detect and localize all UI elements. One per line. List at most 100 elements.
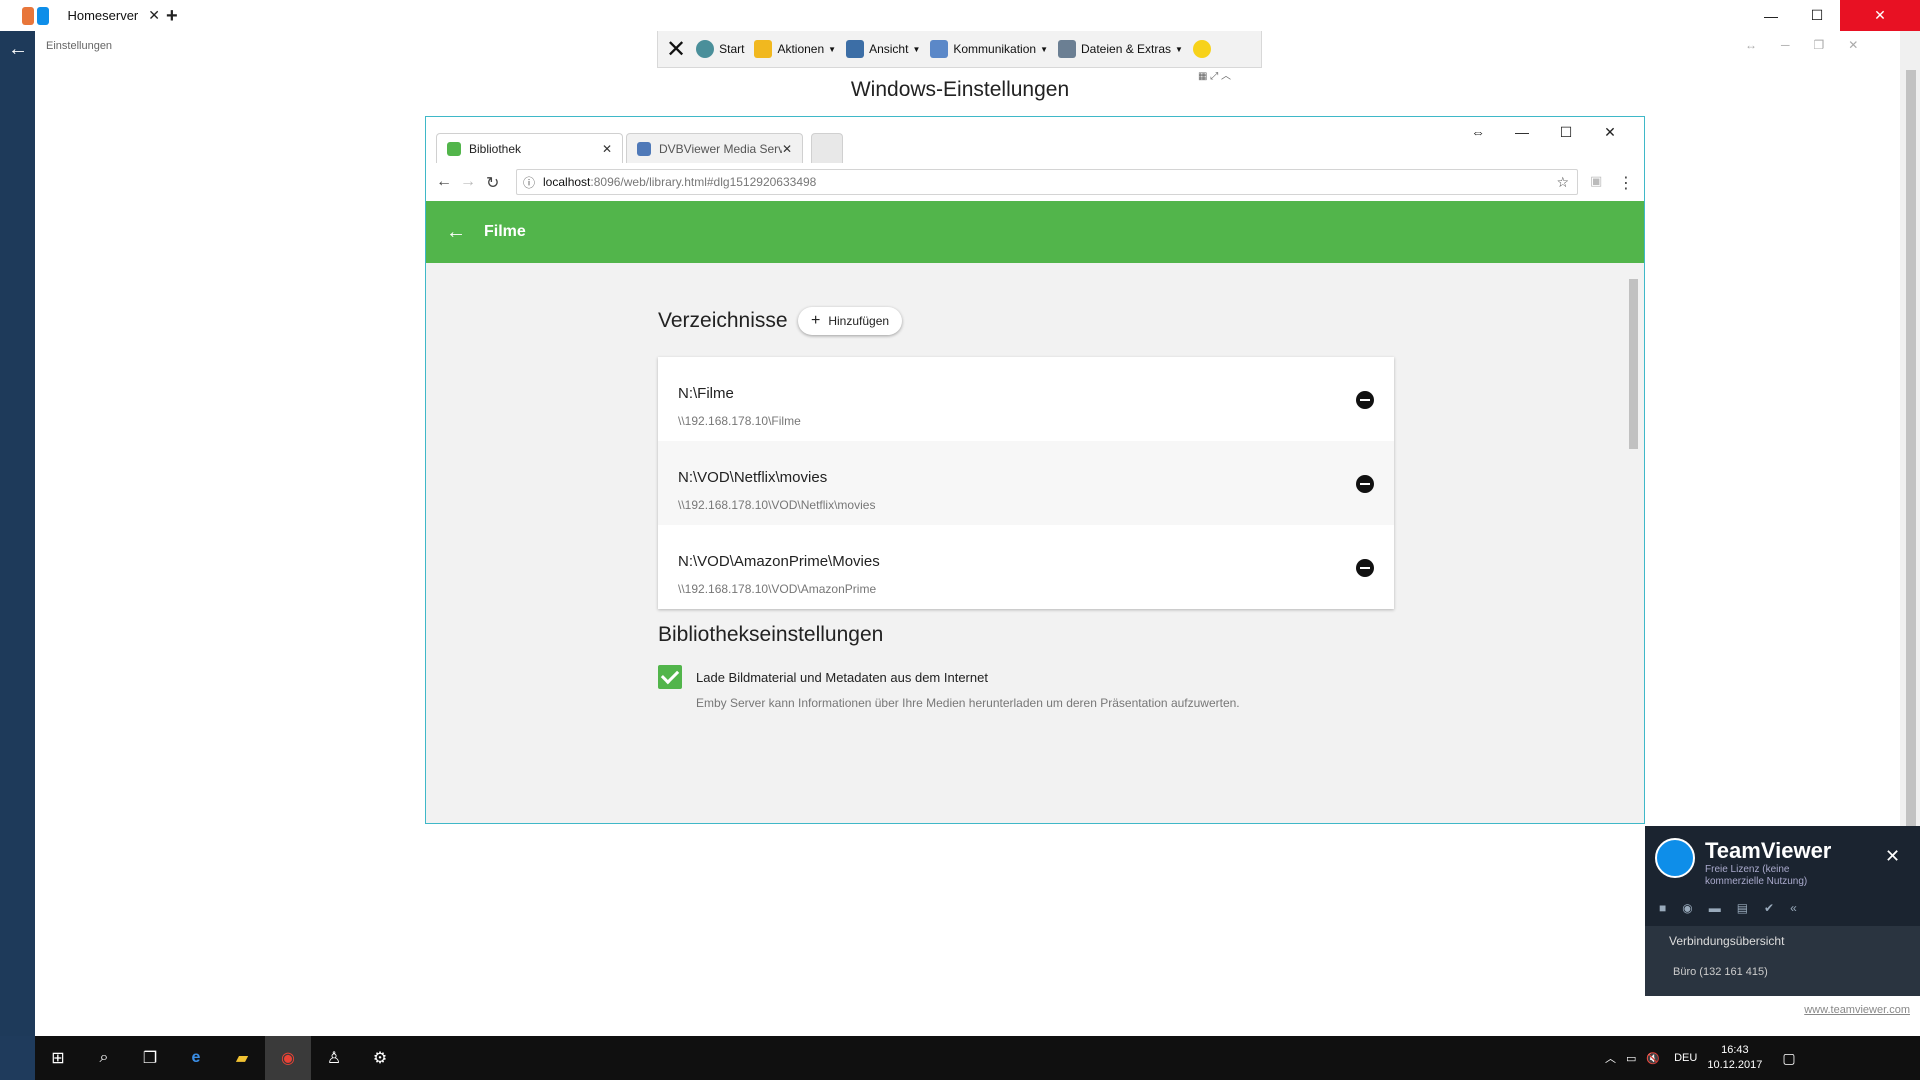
chrome-window-controls: ⇔ — ☐ ✕ (1456, 117, 1632, 147)
panel-action-icons[interactable]: ■◉▬▤✔« (1659, 901, 1813, 915)
minimize-button[interactable]: — (1500, 124, 1544, 140)
list-item[interactable]: N:\VOD\AmazonPrime\Movies \\192.168.178.… (658, 525, 1394, 609)
teamviewer-panel-header: TeamViewer Freie Lizenz (keine kommerzie… (1645, 826, 1920, 926)
maximize-button[interactable]: ☐ (1794, 0, 1840, 31)
connections-header[interactable]: Verbindungsübersicht (1645, 926, 1920, 956)
session-tab[interactable]: Homeserver ✕ (0, 0, 160, 31)
teamviewer-name: TeamViewer (1705, 838, 1832, 863)
list-item[interactable]: N:\VOD\Netflix\movies \\192.168.178.10\V… (658, 441, 1394, 525)
start-button[interactable]: Start (696, 40, 744, 58)
minimize-button[interactable]: — (1748, 0, 1794, 31)
phone-icon (930, 40, 949, 58)
app-button[interactable]: ♙ (311, 1036, 357, 1080)
address-bar[interactable]: ⓘ localhost:8096/web/library.html#dlg151… (516, 169, 1578, 195)
close-icon[interactable]: ✕ (602, 142, 612, 156)
close-icon[interactable]: ✕ (782, 142, 792, 156)
chrome-window: Bibliothek ✕ DVBViewer Media Server ✕ ⇔ … (425, 116, 1645, 824)
aktionen-menu[interactable]: Aktionen ▼ (754, 40, 836, 58)
connection-item[interactable]: Büro (132 161 415) (1645, 956, 1920, 996)
smiley-icon (1192, 40, 1211, 58)
start-button[interactable]: ⊞ (35, 1036, 81, 1080)
teamviewer-link[interactable]: www.teamviewer.com (1645, 1004, 1910, 1016)
tab-dvbviewer[interactable]: DVBViewer Media Server ✕ (626, 133, 803, 164)
reload-icon[interactable]: ↻ (486, 173, 499, 193)
forward-arrow-icon[interactable]: → (460, 173, 476, 191)
file-icon (1058, 40, 1076, 58)
teamviewer-icon (37, 6, 50, 25)
dvbviewer-icon (637, 142, 651, 156)
info-icon[interactable]: ⓘ (523, 174, 535, 191)
library-settings-heading: Bibliothekseinstellungen (658, 623, 884, 646)
dateien-menu[interactable]: Dateien & Extras ▼ (1058, 40, 1183, 58)
remote-icon (22, 6, 35, 25)
edge-button[interactable]: e (173, 1036, 219, 1080)
search-button[interactable]: ⌕ (81, 1036, 127, 1080)
task-view-icon: ❐ (142, 1050, 158, 1067)
teamviewer-logo-icon (1655, 838, 1695, 878)
remove-icon[interactable] (1356, 391, 1374, 409)
profile-icon[interactable]: ⇔ (1456, 124, 1500, 140)
maximize-button[interactable]: ☐ (1544, 124, 1588, 141)
session-tab-title: Homeserver (67, 8, 139, 23)
close-icon[interactable]: ✕ (666, 35, 686, 64)
chrome-toolbar: ← → ↻ ⓘ localhost:8096/web/library.html#… (426, 163, 1644, 202)
remove-icon[interactable] (1356, 559, 1374, 577)
scrollbar-thumb[interactable] (1906, 70, 1916, 880)
settings-breadcrumb: Einstellungen (46, 40, 113, 52)
folder-icon: ▰ (235, 1050, 249, 1067)
back-arrow-icon[interactable]: ← (446, 221, 466, 244)
emby-header: ← Filme (426, 201, 1644, 263)
metadata-checkbox-description: Emby Server kann Informationen über Ihre… (696, 696, 1240, 710)
back-arrow-icon[interactable]: ← (8, 38, 28, 61)
new-tab-button[interactable] (811, 133, 843, 164)
metadata-checkbox-label[interactable]: Lade Bildmaterial und Metadaten aus dem … (696, 670, 988, 685)
folders-heading: Verzeichnisse (658, 309, 788, 332)
remove-icon[interactable] (1356, 475, 1374, 493)
teamviewer-panel: TeamViewer Freie Lizenz (keine kommerzie… (1645, 826, 1920, 1036)
language-indicator[interactable]: DEU (1674, 1052, 1697, 1064)
ansicht-menu[interactable]: Ansicht ▼ (846, 40, 920, 58)
add-folder-button[interactable]: + Hinzufügen (798, 307, 903, 335)
chrome-tabstrip: Bibliothek ✕ DVBViewer Media Server ✕ ⇔ … (426, 117, 1644, 164)
list-item[interactable]: N:\Filme \\192.168.178.10\Filme (658, 357, 1394, 441)
left-rail (0, 31, 35, 1036)
page-title: Filme (484, 223, 526, 240)
search-icon: ⌕ (99, 1049, 109, 1066)
taskbar: ⊞ ⌕ ❐ e ▰ ◉ ♙ ⚙ ︿ ▭ 🔇 DEU 16:43 10.12.20… (35, 1036, 1920, 1080)
feedback-button[interactable] (1192, 40, 1216, 58)
chrome-icon: ◉ (281, 1050, 295, 1067)
folder-list: N:\Filme \\192.168.178.10\Filme N:\VOD\N… (658, 357, 1394, 609)
close-button[interactable]: ✕ (1840, 0, 1920, 31)
menu-icon[interactable]: ⋮ (1618, 173, 1634, 193)
new-tab-button[interactable]: + (166, 5, 178, 28)
kommunikation-menu[interactable]: Kommunikation ▼ (930, 40, 1048, 58)
lightning-icon (754, 40, 773, 58)
close-icon[interactable]: ✕ (1885, 846, 1900, 867)
metadata-checkbox[interactable] (658, 665, 682, 689)
remote-window-title: Windows-Einstellungen (850, 78, 1070, 101)
star-icon[interactable]: ☆ (1556, 174, 1569, 191)
volume-icon[interactable]: 🔇 (1646, 1052, 1660, 1065)
notification-icon[interactable]: ▢ (1782, 1050, 1795, 1067)
clock[interactable]: 16:43 10.12.2017 (1707, 1043, 1762, 1073)
settings-button[interactable]: ⚙ (357, 1036, 403, 1080)
monitor-icon (846, 40, 865, 58)
scrollbar-thumb[interactable] (1629, 279, 1638, 449)
explorer-button[interactable]: ▰ (219, 1036, 265, 1080)
close-icon[interactable]: ✕ (148, 7, 160, 24)
network-icon[interactable]: ▭ (1626, 1052, 1636, 1065)
teamviewer-toolbar: ✕ Start Aktionen ▼ Ansicht ▼ Kommunikation… (657, 31, 1262, 68)
start-icon (696, 40, 715, 58)
chrome-button[interactable]: ◉ (265, 1036, 311, 1080)
task-view-button[interactable]: ❐ (127, 1036, 173, 1080)
edge-icon: e (191, 1049, 201, 1066)
tab-bibliothek[interactable]: Bibliothek ✕ (436, 133, 623, 164)
tray-overflow-icon[interactable]: ︿ (1605, 1050, 1616, 1066)
plus-icon: + (811, 312, 821, 329)
extension-icon[interactable]: ▣ (1590, 173, 1602, 189)
remote-window-controls[interactable]: ↔─❐✕ (1745, 38, 1882, 52)
windows-icon: ⊞ (51, 1050, 65, 1067)
close-button[interactable]: ✕ (1588, 124, 1632, 141)
back-arrow-icon[interactable]: ← (436, 173, 452, 191)
library-content: Verzeichnisse + Hinzufügen N:\Filme \\19… (426, 263, 1644, 823)
